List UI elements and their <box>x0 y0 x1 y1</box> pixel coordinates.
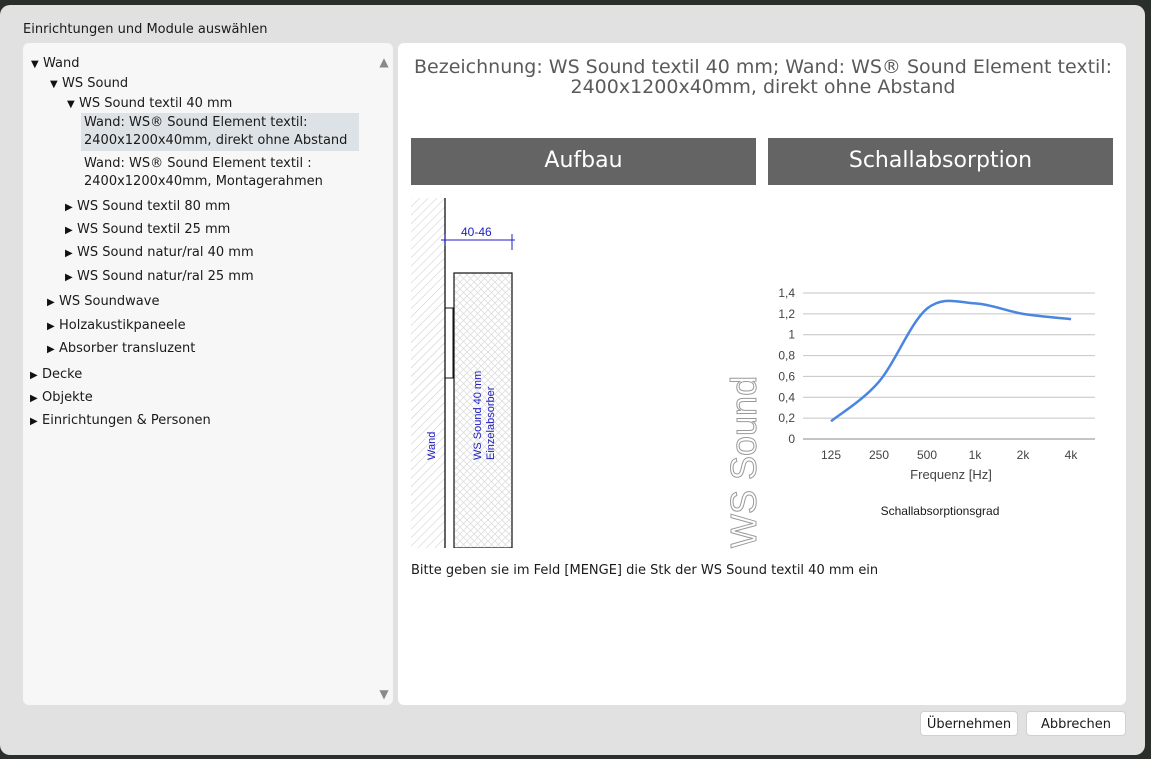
tree-node-ws-sound[interactable]: ▼ WS Sound <box>50 75 128 94</box>
bezeichnung-title: Bezeichnung: WS Sound textil 40 mm; Wand… <box>414 56 1112 98</box>
expanded-triangle-icon[interactable]: ▼ <box>31 56 41 74</box>
tree-node-absorber[interactable]: ▶ Absorber transluzent <box>47 340 195 359</box>
x-axis-label: Frequenz [Hz] <box>910 467 992 482</box>
dialog: Einrichtungen und Module auswählen ▼ Wand… <box>0 5 1145 755</box>
wall-label: Wand <box>426 432 438 460</box>
tree-leaf-montagerahmen[interactable]: Wand: WS® Sound Element textil : 2400x12… <box>81 154 359 192</box>
chart-caption: Schallabsorptionsgrad <box>881 504 1000 518</box>
uebernehmen-button[interactable]: Übernehmen <box>920 711 1018 736</box>
collapsed-triangle-icon[interactable]: ▶ <box>65 222 75 240</box>
absorption-chart: 0 0,2 0,4 0,6 0,8 1 1,2 1,4 125 250 500 1k 2k 4k Fre… <box>778 286 1095 518</box>
tree-node-ws-soundwave[interactable]: ▶ WS Soundwave <box>47 293 159 312</box>
chart-grid <box>803 292 1095 440</box>
aufbau-header: Aufbau <box>411 138 756 185</box>
tree-node-ws-sound-textil-40[interactable]: ▼ WS Sound textil 40 mm <box>67 95 232 114</box>
x-tick-label: 125 <box>821 448 841 462</box>
collapsed-triangle-icon[interactable]: ▶ <box>30 390 40 408</box>
x-tick-label: 250 <box>869 448 889 462</box>
collapsed-triangle-icon[interactable]: ▶ <box>47 294 57 312</box>
schallabsorption-header: Schallabsorption <box>768 138 1113 185</box>
y-tick-label: 0,4 <box>778 390 795 404</box>
instruction-text: Bitte geben sie im Feld [MENGE] die Stk … <box>411 563 879 578</box>
collapsed-triangle-icon[interactable]: ▶ <box>30 367 40 385</box>
y-tick-label: 1 <box>788 328 795 342</box>
tree-node-holzakustik[interactable]: ▶ Holzakustikpaneele <box>47 317 186 336</box>
collapsed-triangle-icon[interactable]: ▶ <box>47 318 57 336</box>
chart-x-ticks: 125 250 500 1k 2k 4k <box>821 448 1078 462</box>
expanded-triangle-icon[interactable]: ▼ <box>50 76 60 94</box>
collapsed-triangle-icon[interactable]: ▶ <box>30 413 40 431</box>
panel-label-2: Einzelabsorber <box>485 386 497 460</box>
collapsed-triangle-icon[interactable]: ▶ <box>65 199 75 217</box>
detail-panel: Bezeichnung: WS Sound textil 40 mm; Wand… <box>398 43 1126 705</box>
tree-node-wand[interactable]: ▼ Wand <box>31 55 79 74</box>
y-tick-label: 1,2 <box>778 307 795 321</box>
y-tick-label: 0 <box>788 432 795 446</box>
abbrechen-button[interactable]: Abbrechen <box>1026 711 1126 736</box>
tree-node-decke[interactable]: ▶ Decke <box>30 366 82 385</box>
y-tick-label: 0,6 <box>778 369 795 383</box>
chart-y-ticks: 0 0,2 0,4 0,6 0,8 1 1,2 1,4 <box>778 286 795 446</box>
y-tick-label: 0,2 <box>778 411 795 425</box>
scroll-up-icon[interactable]: ▲ <box>377 55 391 69</box>
panel-label-1: WS Sound 40 mm <box>472 371 484 460</box>
dialog-title: Einrichtungen und Module auswählen <box>23 22 268 37</box>
wall-hatch <box>411 198 445 548</box>
x-tick-label: 4k <box>1065 448 1079 462</box>
aufbau-drawing: 40-46 Wand WS Sound 40 mm Einzelabsorber <box>411 198 515 548</box>
mount-bracket <box>444 307 454 379</box>
tree-node-ws-sound-textil-25[interactable]: ▶ WS Sound textil 25 mm <box>65 221 230 240</box>
expanded-triangle-icon[interactable]: ▼ <box>67 96 77 114</box>
tree-node-ws-sound-natur-40[interactable]: ▶ WS Sound natur/ral 40 mm <box>65 244 254 263</box>
collapsed-triangle-icon[interactable]: ▶ <box>65 245 75 263</box>
x-tick-label: 2k <box>1017 448 1031 462</box>
y-tick-label: 1,4 <box>778 286 795 300</box>
scroll-down-icon[interactable]: ▼ <box>377 687 391 701</box>
collapsed-triangle-icon[interactable]: ▶ <box>47 341 57 359</box>
dimension-label: 40-46 <box>461 225 492 239</box>
collapsed-triangle-icon[interactable]: ▶ <box>65 269 75 287</box>
tree-node-objekte[interactable]: ▶ Objekte <box>30 389 93 408</box>
tree-node-ws-sound-natur-25[interactable]: ▶ WS Sound natur/ral 25 mm <box>65 268 254 287</box>
absorption-series-line <box>830 299 1072 423</box>
x-tick-label: 1k <box>969 448 983 462</box>
tree-panel: ▼ Wand ▼ WS Sound ▼ WS Sound textil 40 mm W… <box>23 43 393 705</box>
tree-leaf-direkt[interactable]: Wand: WS® Sound Element textil: 2400x120… <box>81 113 359 151</box>
tree-node-ws-sound-textil-80[interactable]: ▶ WS Sound textil 80 mm <box>65 198 230 217</box>
y-tick-label: 0,8 <box>778 349 795 363</box>
tree-scrollbar[interactable]: ▲ ▼ <box>375 43 393 705</box>
x-tick-label: 500 <box>917 448 937 462</box>
tree-node-einrichtungen[interactable]: ▶ Einrichtungen & Personen <box>30 412 211 431</box>
